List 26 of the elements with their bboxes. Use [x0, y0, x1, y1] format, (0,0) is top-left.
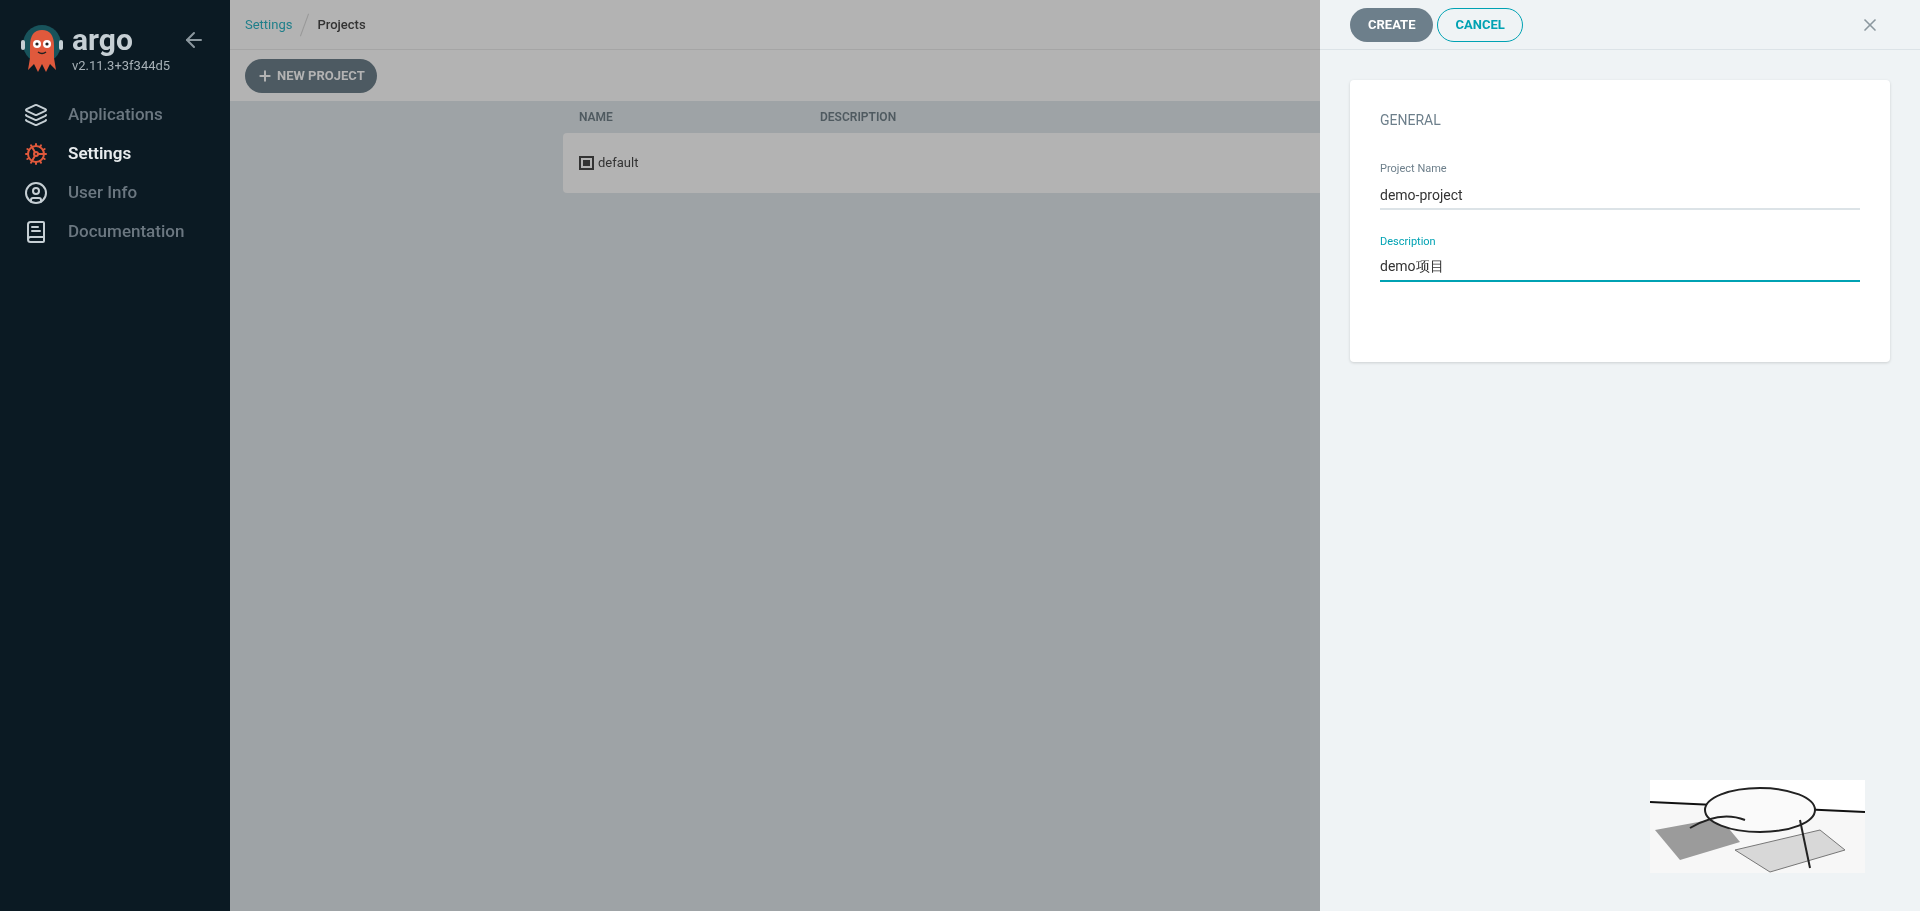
- column-header: NAME: [578, 109, 614, 126]
- breadcrumb-link[interactable]: Settings: [245, 14, 293, 35]
- logo-text: argo: [72, 24, 134, 56]
- section-title: GENERAL: [1380, 111, 1442, 130]
- user-icon: [24, 181, 48, 205]
- version-text: v2.11.3+3f344d5: [72, 57, 171, 75]
- table-row[interactable]: default: [563, 133, 1320, 193]
- project-icon: [579, 156, 594, 170]
- gear-icon: [24, 142, 48, 166]
- nav-item[interactable]: Settings: [0, 134, 230, 174]
- project-name: default: [598, 154, 639, 173]
- create-button[interactable]: CREATE: [1350, 7, 1434, 42]
- nav-item[interactable]: User Info: [0, 173, 230, 213]
- field-label: Project Name: [1380, 161, 1448, 177]
- nav-item[interactable]: Documentation: [0, 212, 230, 252]
- breadcrumb-current: Projects: [317, 15, 366, 34]
- nav-item[interactable]: Applications: [0, 95, 230, 135]
- layers-icon: [24, 103, 48, 127]
- text-field[interactable]: demo-project: [1380, 181, 1860, 210]
- column-header: DESCRIPTION: [820, 109, 897, 126]
- new-project-button[interactable]: NEW PROJECT: [245, 58, 377, 93]
- text-field[interactable]: demo项目: [1380, 254, 1860, 282]
- plus-icon: [257, 67, 273, 84]
- field-label: Description: [1380, 233, 1437, 250]
- octopus-logo-icon: [20, 24, 64, 74]
- book-icon: [24, 220, 48, 244]
